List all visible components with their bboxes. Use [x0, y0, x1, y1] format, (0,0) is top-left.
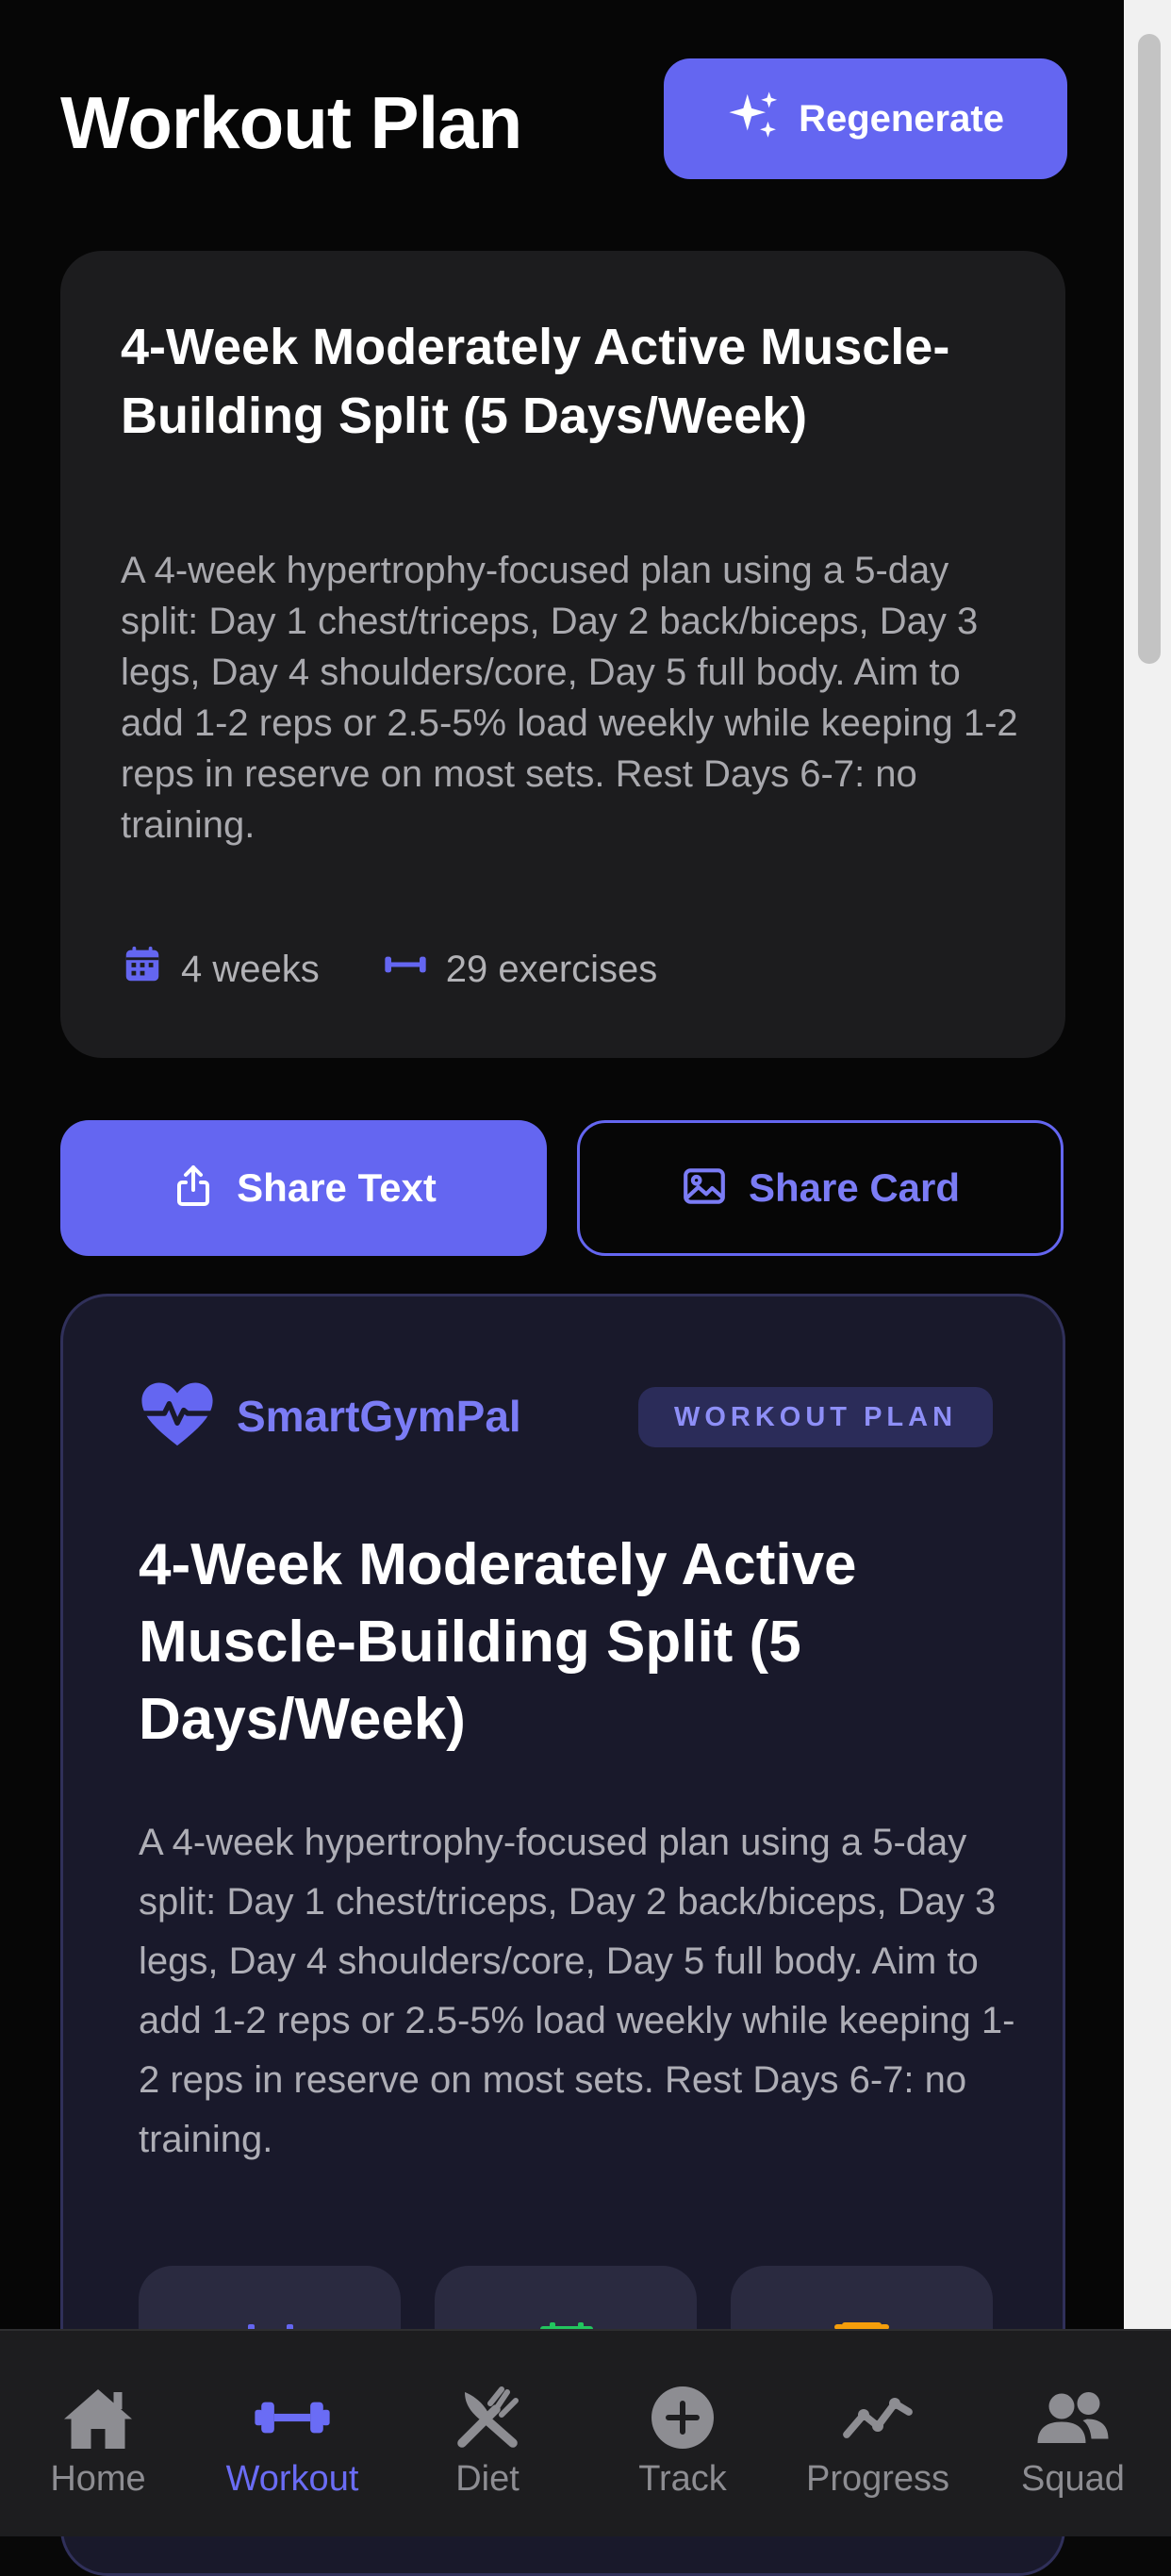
tab-diet[interactable]: Diet	[393, 2331, 582, 2536]
tab-workout-label: Workout	[225, 2459, 359, 2499]
share-card-button[interactable]: Share Card	[577, 1120, 1064, 1256]
tab-squad-label: Squad	[1021, 2459, 1125, 2499]
tab-track[interactable]: Track	[588, 2331, 777, 2536]
preview-title: 4-Week Moderately Active Muscle-Building…	[139, 1532, 857, 1752]
regenerate-button[interactable]: Regenerate	[664, 58, 1067, 179]
tab-diet-label: Diet	[455, 2459, 520, 2499]
trend-icon	[843, 2398, 913, 2438]
calendar-icon	[121, 943, 164, 996]
fork-knife-icon	[457, 2386, 519, 2448]
exercise-count-text: 29 exercises	[445, 948, 658, 990]
workout-plan-badge: WORKOUT PLAN	[638, 1387, 993, 1447]
people-icon	[1037, 2392, 1109, 2443]
plan-title: 4-Week Moderately Active Muscle-Building…	[121, 319, 950, 444]
preview-description: A 4-week hypertrophy-focused plan using …	[139, 1822, 1015, 2160]
sparkles-icon	[727, 90, 782, 149]
tab-track-label: Track	[638, 2459, 727, 2499]
share-text-button[interactable]: Share Text	[60, 1120, 547, 1256]
tab-home-label: Home	[50, 2459, 146, 2499]
plan-description: A 4-week hypertrophy-focused plan using …	[121, 550, 1018, 846]
app-screen: Workout Plan Regenerate 4-Week Moderatel…	[0, 0, 1124, 2576]
heart-pulse-icon	[139, 1379, 216, 1452]
tab-home[interactable]: Home	[4, 2331, 192, 2536]
image-icon	[681, 1163, 728, 1214]
duration-text: 4 weeks	[181, 948, 320, 990]
home-icon	[64, 2389, 132, 2449]
bottom-tab-bar: Home Workout Diet Track Progress Squad	[0, 2329, 1171, 2536]
scrollbar-thumb[interactable]	[1138, 34, 1161, 664]
tab-progress-label: Progress	[805, 2459, 950, 2499]
page-title: Workout Plan	[60, 81, 522, 164]
tab-squad[interactable]: Squad	[979, 2331, 1167, 2536]
share-card-label: Share Card	[748, 1165, 961, 1210]
brand: SmartGymPal	[139, 1379, 521, 1452]
dumbbell-icon	[255, 2402, 330, 2434]
brand-name: SmartGymPal	[237, 1391, 521, 1441]
duration-meta: 4 weeks	[121, 943, 320, 996]
share-text-label: Share Text	[237, 1165, 437, 1210]
plan-meta: 4 weeks 29 exercises	[121, 943, 719, 996]
dumbbell-icon	[382, 946, 429, 993]
plus-circle-icon	[651, 2386, 714, 2449]
plan-summary-card: 4-Week Moderately Active Muscle-Building…	[60, 251, 1065, 1058]
regenerate-label: Regenerate	[799, 97, 1004, 140]
exercise-count-meta: 29 exercises	[382, 946, 658, 993]
tab-workout[interactable]: Workout	[198, 2331, 387, 2536]
share-icon	[171, 1164, 216, 1214]
tab-progress[interactable]: Progress	[783, 2331, 972, 2536]
